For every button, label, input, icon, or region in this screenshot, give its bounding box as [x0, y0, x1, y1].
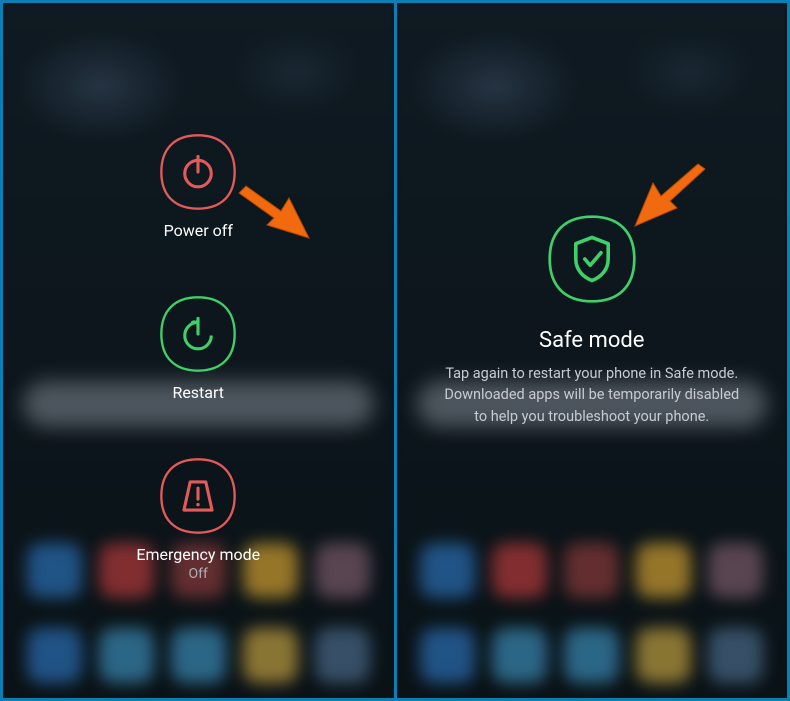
safe-mode-description: Tap again to restart your phone in Safe …: [422, 363, 762, 426]
restart-icon: [159, 295, 237, 373]
emergency-mode-button[interactable]: Emergency mode Off: [136, 457, 260, 582]
emergency-icon: [159, 457, 237, 535]
safe-mode-title: Safe mode: [539, 328, 644, 353]
safe-mode-icon: [547, 214, 637, 304]
restart-button[interactable]: Restart: [159, 295, 237, 402]
emergency-sub: Off: [189, 566, 208, 582]
power-off-label: Power off: [164, 221, 233, 240]
power-menu-panel: Power off Restart: [3, 3, 394, 698]
emergency-label: Emergency mode: [136, 545, 260, 564]
safe-mode-button[interactable]: [547, 214, 637, 314]
annotation-arrow: [625, 161, 715, 246]
power-off-icon: [159, 133, 237, 211]
safe-mode-panel: Safe mode Tap again to restart your phon…: [397, 3, 788, 698]
power-off-button[interactable]: Power off: [159, 133, 237, 240]
annotation-arrow: [229, 173, 319, 253]
restart-label: Restart: [172, 383, 224, 402]
